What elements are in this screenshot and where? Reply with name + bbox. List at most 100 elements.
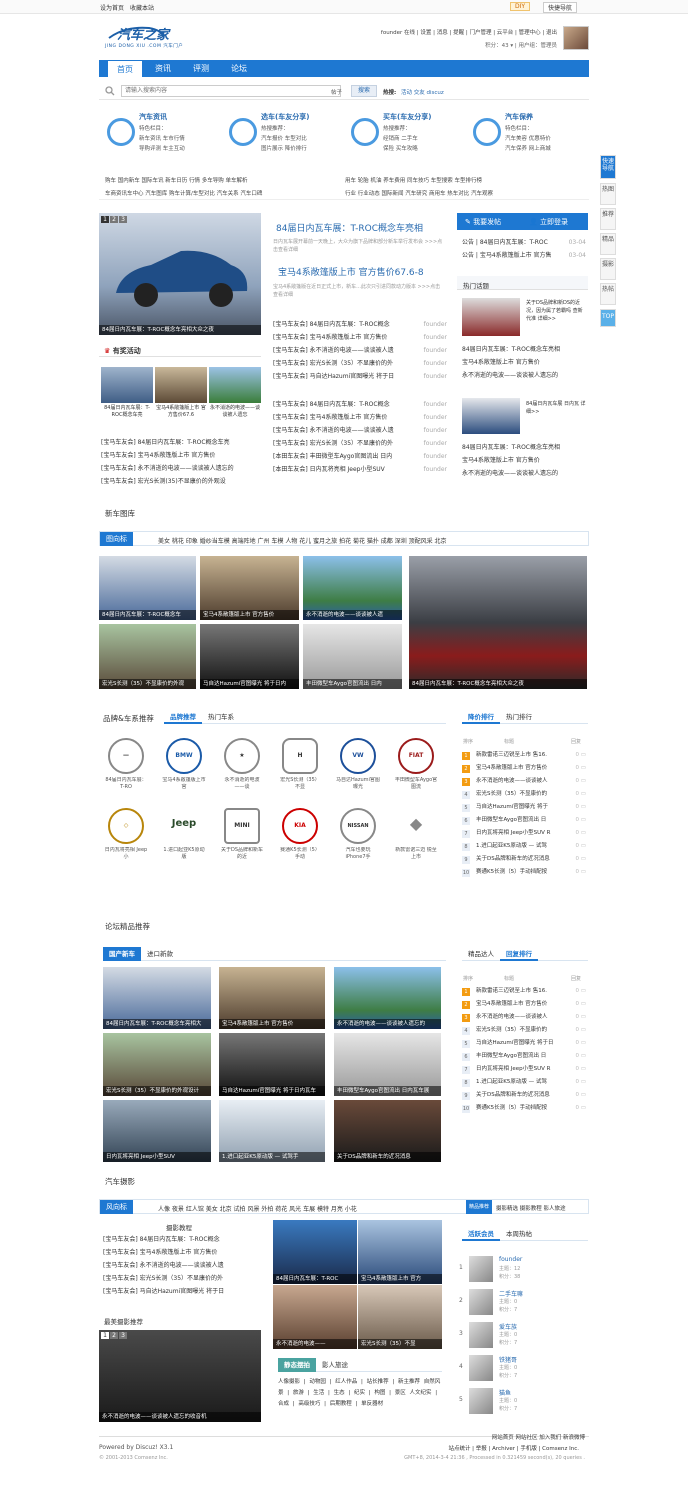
list-item[interactable]: [宝马车友会] 84届日内瓦车展：T-ROC概念 founder (273, 398, 447, 411)
brand-item[interactable]: ◇ 日内瓦将亮相 Jeep小 (104, 808, 148, 868)
member-name[interactable]: 猫鱼 (499, 1388, 511, 1397)
category-maintenance[interactable]: 汽车保养 特色栏目： 汽车美容 优惠特价 汽车保养 网上商城 (465, 110, 587, 170)
brand-item[interactable]: FIAT 丰田微型车Aygo官图流 (394, 738, 438, 798)
pager-2[interactable]: 2 (110, 1332, 118, 1339)
brand-item[interactable]: ★ 永不消逝的电波——谈 (220, 738, 264, 798)
search-input[interactable] (121, 85, 341, 97)
side-photography[interactable]: 摄影 (600, 258, 616, 280)
notice-title[interactable]: 公告 | 84届日内瓦车展：T-ROC (462, 239, 548, 246)
avatar[interactable] (469, 1289, 493, 1315)
keyword-link[interactable]: 合成 (278, 1401, 289, 1407)
list-item-author[interactable]: founder (424, 450, 447, 463)
forum-image[interactable]: 1.进口起亚K5原动版 — 试驾手 (219, 1100, 325, 1162)
member-item[interactable]: 5 猫鱼 主题：0 积分：7 (459, 1386, 577, 1420)
best-photo-slider[interactable]: 1 2 3 永不消逝的电波——谈谈被人遗忘的收音机 (99, 1330, 261, 1422)
forum-image[interactable]: 永不消逝的电波——谈谈被人遗忘的 (334, 967, 441, 1029)
side-hot-images[interactable]: 热图 (600, 183, 616, 205)
list-item[interactable]: [宝马车友会] 永不消逝的电波——谈谈被人遗 (103, 1259, 261, 1272)
gallery-image[interactable]: 宝马4系敞篷版上市 官方售价 (200, 556, 299, 620)
list-item-author[interactable]: founder (424, 344, 447, 357)
forum-image[interactable]: 丰田微型车Aygo官图流出 日内瓦车展 (334, 1033, 441, 1096)
avatar[interactable] (563, 26, 589, 50)
list-item-title[interactable]: [宝马车友会] 宏光S长测（35）不显康价的外 (273, 360, 393, 367)
rank-item[interactable]: 7 日内瓦将亮相 Jeep小型SUV R 0 ▭ (462, 1063, 586, 1076)
side-featured[interactable]: 精品 (600, 233, 616, 255)
powered-by[interactable]: Powered by Discuz! X3.1 (99, 1444, 173, 1451)
list-item[interactable]: [宝马车友会] 永不消逝的电波——谈谈被人遗 founder (273, 344, 447, 357)
list-item[interactable]: 宝马4系敞篷版上市 官方售价 (462, 356, 586, 369)
tab-imported[interactable]: 进口新款 (141, 947, 179, 961)
list-item-title[interactable]: [宝马车友会] 宝马4系敞篷版上市 官方售价 (273, 414, 387, 421)
featured-button[interactable]: 精品推荐 (466, 1200, 493, 1214)
gallery-image[interactable]: 永不消逝的电波——谈谈被人遗 (303, 556, 402, 620)
list-item-author[interactable]: founder (424, 411, 447, 424)
list-item[interactable]: 公告 | 宝马4系敞篷版上市 官方售 03-04 (462, 249, 586, 262)
list-item-title[interactable]: [宝马车友会] 宏光S长测（35）不显康价的外 (273, 440, 393, 447)
member-name[interactable]: 爱车族 (499, 1322, 517, 1331)
category-line[interactable]: 导购评测 车主互动 (139, 144, 185, 152)
category-line[interactable]: 图片展示 降价排行 (261, 144, 307, 152)
list-item-title[interactable]: [宝马车友会] 84届日内瓦车展：T-ROC概念 (273, 321, 390, 328)
list-item-author[interactable]: founder (424, 318, 447, 331)
set-home-link[interactable]: 设为首页 (100, 3, 124, 12)
brand-item[interactable]: H 宏光S长测（35）不显 (278, 738, 322, 798)
rank-item[interactable]: 9 关于DS品牌和新车的近况消息 0 ▭ (462, 1089, 586, 1102)
forum-image[interactable]: 关于DS品牌和新车的近况消息 (334, 1100, 441, 1162)
pager-2[interactable]: 2 (110, 216, 118, 223)
rank-item[interactable]: 6 丰田微型车Aygo官图流出 日 0 ▭ (462, 1050, 586, 1063)
rank-title[interactable]: 1.进口起亚K5原动版 — 试驾 (476, 843, 547, 849)
rank-title[interactable]: 关于DS品牌和新车的近况消息 (476, 856, 550, 862)
gallery-tags[interactable]: 美女 桃花 印象 婚纱当车模 高端阵地 广州 车模 人物 花儿 蜜月之旅 拍花 … (158, 536, 447, 545)
rank-item[interactable]: 6 丰田微型车Aygo官图流出 日 0 ▭ (462, 814, 586, 827)
rank-item[interactable]: 1 新款雷诺三迈锐至上市 售16. 0 ▭ (462, 749, 586, 762)
tab-expert[interactable]: 精品达人 (462, 947, 500, 961)
gallery-image[interactable]: 马自达Hazumi官图曝光 将于日内 (200, 624, 299, 689)
list-item-title[interactable]: [宝马车友会] 永不消逝的电波——谈谈被人遗 (273, 427, 394, 434)
category-buy[interactable]: 买车(车友分享) 热搜推荐： 经销商 二手车 保险 买车攻略 (343, 110, 465, 170)
list-item[interactable]: [宝马车友会] 宏光S长测(35)不显康价的外观设 (101, 475, 261, 488)
keyword-link[interactable]: 站长推荐 (367, 1379, 389, 1385)
rank-item[interactable]: 9 关于DS品牌和新车的近况消息 0 ▭ (462, 853, 586, 866)
nav-news[interactable]: 资讯 (145, 60, 181, 77)
list-item[interactable]: [宝马车友会] 永不消逝的电波——谈谈被人遗忘的 (101, 462, 261, 475)
rank-item[interactable]: 8 1.进口起亚K5原动版 — 试驾 0 ▭ (462, 840, 586, 853)
list-item-title[interactable]: [宝马车友会] 84届日内瓦车展：T-ROC概念 (273, 401, 390, 408)
rank-item[interactable]: 3 永不消逝的电波——谈谈被人 0 ▭ (462, 775, 586, 788)
rank-title[interactable]: 马自达Hazumi官图曝光 将于日 (476, 1040, 554, 1046)
rank-title[interactable]: 关于DS品牌和新车的近况消息 (476, 1092, 550, 1098)
rank-item[interactable]: 4 宏光S长测（35）不显康价的 0 ▭ (462, 1024, 586, 1037)
list-item[interactable]: [宝马车友会] 宏光S长测（35）不显康价的外 (103, 1272, 261, 1285)
rank-title[interactable]: 日内瓦将亮相 Jeep小型SUV R (476, 1066, 550, 1072)
tab-weekly-hot[interactable]: 本周热帖 (500, 1227, 538, 1241)
category-news[interactable]: 汽车资讯 特色栏目： 新车资讯 车市行情 导购评测 车主互动 (99, 110, 221, 170)
avatar[interactable] (469, 1388, 493, 1414)
nav-home[interactable]: 首页 (107, 60, 143, 77)
brand-item[interactable]: NISSAN 汽车也要玩 iPhone7手 (336, 808, 380, 868)
rank-item[interactable]: 10 赛通K5长测（5）手动挡配按 0 ▭ (462, 866, 586, 879)
keyword-link[interactable]: 旅游 (293, 1390, 304, 1396)
activity-caption[interactable]: 宝马4系敞篷版上市 官方售价67.6 (155, 405, 207, 419)
rank-item[interactable]: 4 宏光S长测（35）不显康价的 0 ▭ (462, 788, 586, 801)
list-item[interactable]: [宝马车友会] 宏光S长测（35）不显康价的外 founder (273, 357, 447, 370)
list-item[interactable]: [宝马车友会] 马自达Hazumi官图曝光 将于日 founder (273, 370, 447, 383)
rank-title[interactable]: 赛通K5长测（5）手动挡配按 (476, 869, 547, 875)
photo-image[interactable]: 84届日内瓦车展：T-ROC (273, 1220, 357, 1284)
quick-links-row[interactable]: 车商资讯车中心 汽车图库 购车计算/车型对比 汽车关系 汽车口碑 (105, 189, 262, 197)
search-scope[interactable]: 帖子 (331, 88, 342, 96)
category-line[interactable]: 汽车美容 优惠特价 (505, 134, 551, 142)
tab-reply-rank[interactable]: 回复排行 (500, 947, 538, 961)
activity-caption[interactable]: 84届日内瓦车展：T-ROC概念车亮 (101, 405, 153, 419)
headline-1[interactable]: 84届日内瓦车展：T-ROC概念车亮相 (276, 221, 423, 234)
photo-tags[interactable]: 人像 夜景 红人馆 美女 北京 试拍 风景 外拍 荷花 风光 车展 模特 月亮 … (158, 1204, 357, 1213)
list-item[interactable]: [本田车友会] 丰田微型车Aygo官图流出 日内 founder (273, 450, 447, 463)
list-item[interactable]: [宝马车友会] 84届日内瓦车展：T-ROC概念 founder (273, 318, 447, 331)
pager-1[interactable]: 1 (101, 1332, 109, 1339)
member-name[interactable]: founder (499, 1256, 522, 1263)
keyword-link[interactable]: 构图 (374, 1390, 385, 1396)
member-item[interactable]: 3 爱车族 主题：0 积分：7 (459, 1320, 577, 1354)
list-item-title[interactable]: [本田车友会] 日内瓦将亮相 Jeep小型SUV (273, 466, 385, 473)
activity-caption[interactable]: 永不消逝的电波——谈谈被人遗忘 (209, 405, 261, 419)
activity-thumb[interactable] (101, 367, 153, 403)
keyword-link[interactable]: 纪实 (354, 1390, 365, 1396)
quick-links-row[interactable]: 用车 轮胎 机油 养车费用 同车技巧 车型搜索 车型排行榜 (345, 176, 482, 184)
